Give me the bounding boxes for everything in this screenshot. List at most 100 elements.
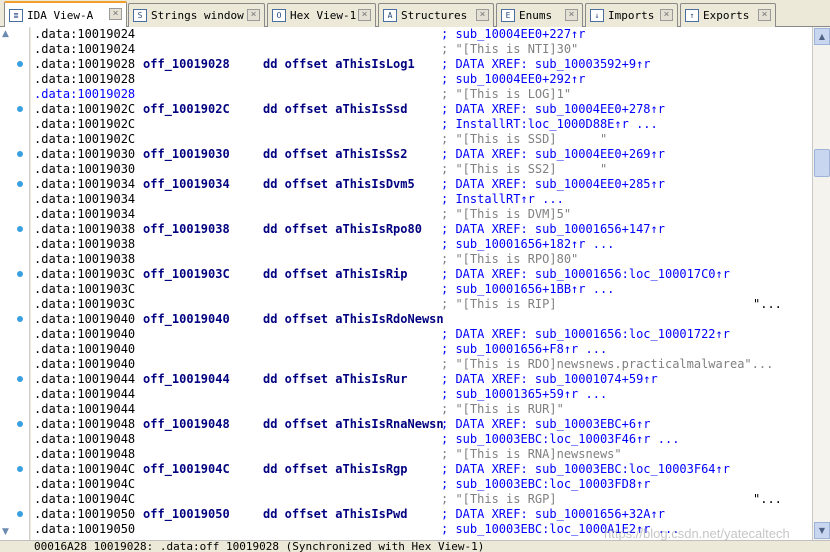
disasm-line[interactable]: .data:10019040 ; sub_10001656+F8↑r ... xyxy=(31,342,812,357)
watermark: https://blog.csdn.net/yatecaltech xyxy=(604,526,790,541)
comment: ; sub_10004EE0+227↑r xyxy=(441,27,586,41)
disasm-line[interactable]: .data:10019048 ; "[This is RNA]newsnews" xyxy=(31,447,812,462)
disasm-line[interactable]: .data:10019034 off_10019034 dd offset aThi… xyxy=(31,177,812,192)
exports-icon: ↑ xyxy=(685,9,699,22)
disasm-line[interactable]: .data:10019040 ; "[This is RDO]newsnews.p… xyxy=(31,357,812,372)
disasm-line[interactable]: .data:10019044 ; sub_10001365+59↑r ... xyxy=(31,387,812,402)
scroll-up-button[interactable]: ▲ xyxy=(814,28,830,45)
comment-tail: "... xyxy=(753,492,782,506)
tab-strings-window[interactable]: S Strings window × xyxy=(128,3,265,27)
disasm-line[interactable]: .data:10019034 ; "[This is DVM]5" xyxy=(31,207,812,222)
disasm-line[interactable]: .data:1001903C ; sub_10001656+1BB↑r ... xyxy=(31,282,812,297)
label-name: off_10019050 xyxy=(143,507,230,521)
disasm-line[interactable]: .data:1001904C ; sub_10003EBC:loc_10003FD… xyxy=(31,477,812,492)
disasm-line[interactable]: .data:10019044 off_10019044 dd offset aThi… xyxy=(31,372,812,387)
xref-marker-icon xyxy=(17,466,23,472)
xref-marker-icon xyxy=(17,226,23,232)
tab-label: Enums xyxy=(519,9,553,22)
comment: ; InstallRT↑r ... xyxy=(441,192,564,206)
address: .data:10019050 xyxy=(34,507,136,521)
disasm-line[interactable]: .data:10019040 off_10019040 dd offset aThi… xyxy=(31,312,812,327)
comment: ; sub_10001365+59↑r ... xyxy=(441,387,608,401)
gutter-up-arrow-icon: ▲ xyxy=(2,29,9,39)
comment: ; DATA XREF: sub_10004EE0+278↑r xyxy=(441,102,665,116)
comment: ; InstallRT:loc_1000D88E↑r ... xyxy=(441,117,658,131)
tab-label: Exports xyxy=(703,9,750,22)
disasm-line[interactable]: .data:10019038 ; "[This is RPO]80" xyxy=(31,252,812,267)
comment: ; "[This is SS2] " xyxy=(441,162,608,176)
address: .data:10019040 xyxy=(34,357,136,371)
disasm-line[interactable]: .data:10019024 ; "[This is NTI]30" xyxy=(31,42,812,57)
instruction: dd offset aThisIsRnaNewsn xyxy=(263,417,444,431)
xref-marker-icon xyxy=(17,106,23,112)
disasm-line[interactable]: .data:10019048 off_10019048 dd offset aThi… xyxy=(31,417,812,432)
disasm-line[interactable]: .data:1001903C off_1001903C dd offset aThi… xyxy=(31,267,812,282)
comment: ; sub_10001656+1BB↑r ... xyxy=(441,282,615,296)
close-icon[interactable]: × xyxy=(247,9,260,21)
tab-hex-view-1[interactable]: O Hex View-1 × xyxy=(267,3,376,27)
tab-label: IDA View-A xyxy=(27,9,94,22)
address: .data:10019030 xyxy=(34,162,136,176)
instruction: dd offset aThisIsRgp xyxy=(263,462,408,476)
tab-label: Structures xyxy=(401,9,468,22)
tab-structures[interactable]: A Structures × xyxy=(378,3,494,27)
disasm-line[interactable]: .data:10019050 off_10019050 dd offset aThi… xyxy=(31,507,812,522)
disasm-line[interactable]: .data:10019044 ; "[This is RUR]" xyxy=(31,402,812,417)
address: .data:10019024 xyxy=(34,27,136,41)
label-name: off_10019038 xyxy=(143,222,230,236)
disasm-line[interactable]: .data:10019038 off_10019038 dd offset aThi… xyxy=(31,222,812,237)
disasm-line[interactable]: .data:1001904C ; "[This is RGP] "... xyxy=(31,492,812,507)
label-name: off_1001904C xyxy=(143,462,230,476)
address: .data:1001903C xyxy=(34,282,136,296)
instruction: dd offset aThisIsPwd xyxy=(263,507,408,521)
comment: ; "[This is SSD] " xyxy=(441,132,608,146)
disasm-line[interactable]: .data:10019028 ; sub_10004EE0+292↑r xyxy=(31,72,812,87)
close-icon[interactable]: × xyxy=(109,8,122,20)
scroll-thumb[interactable] xyxy=(814,149,830,177)
disasm-line[interactable]: .data:10019024 ; sub_10004EE0+227↑r xyxy=(31,27,812,42)
label-name: off_10019028 xyxy=(143,57,230,71)
comment-tail: "... xyxy=(753,297,782,311)
tab-exports[interactable]: ↑ Exports × xyxy=(680,3,776,27)
comment: ; "[This is RIP] xyxy=(441,297,557,311)
scroll-down-button[interactable]: ▼ xyxy=(814,522,830,539)
close-icon[interactable]: × xyxy=(358,9,371,21)
disasm-line[interactable]: .data:10019028 ; "[This is LOG]1" xyxy=(31,87,812,102)
tab-enums[interactable]: E Enums × xyxy=(496,3,583,27)
close-icon[interactable]: × xyxy=(660,9,673,21)
enums-icon: E xyxy=(501,9,515,22)
disasm-line[interactable]: .data:10019048 ; sub_10003EBC:loc_10003F4… xyxy=(31,432,812,447)
close-icon[interactable]: × xyxy=(565,9,578,21)
comment: ; DATA XREF: sub_10001074+59↑r xyxy=(441,372,658,386)
xref-marker-icon xyxy=(17,151,23,157)
disasm-line[interactable]: .data:10019038 ; sub_10001656+182↑r ... xyxy=(31,237,812,252)
disasm-line[interactable]: .data:1001902C ; InstallRT:loc_1000D88E↑r… xyxy=(31,117,812,132)
disassembly-view[interactable]: .data:10019024; sub_10004EE0+227↑r .data:… xyxy=(31,27,812,540)
address: .data:10019028 xyxy=(34,72,136,86)
comment: ; DATA XREF: sub_10001656+147↑r xyxy=(441,222,665,236)
vertical-scrollbar[interactable]: ▲ ▼ xyxy=(812,27,830,540)
address: .data:10019040 xyxy=(34,342,136,356)
address: .data:1001903C xyxy=(34,267,136,281)
instruction: dd offset aThisIsRur xyxy=(263,372,408,386)
disasm-line[interactable]: .data:10019034 ; InstallRT↑r ... xyxy=(31,192,812,207)
instruction: dd offset aThisIsDvm5 xyxy=(263,177,415,191)
disasm-line[interactable]: .data:1001903C ; "[This is RIP] "... xyxy=(31,297,812,312)
label-name: off_10019030 xyxy=(143,147,230,161)
address: .data:10019030 xyxy=(34,147,136,161)
tab-imports[interactable]: ↓ Imports × xyxy=(585,3,678,27)
address: .data:1001902C xyxy=(34,132,136,146)
disasm-line[interactable]: .data:10019028 off_10019028 dd offset aThi… xyxy=(31,57,812,72)
disasm-line[interactable]: .data:1001902C ; "[This is SSD] " xyxy=(31,132,812,147)
close-icon[interactable]: × xyxy=(758,9,771,21)
xref-marker-icon xyxy=(17,61,23,67)
disasm-line[interactable]: .data:10019030 ; "[This is SS2] " xyxy=(31,162,812,177)
disasm-line[interactable]: .data:10019030 off_10019030 dd offset aThi… xyxy=(31,147,812,162)
disasm-line[interactable]: .data:1001904C off_1001904C dd offset aThi… xyxy=(31,462,812,477)
label-name: off_1001903C xyxy=(143,267,230,281)
tab-ida-view-a[interactable]: ≣ IDA View-A × xyxy=(4,1,127,28)
address: .data:10019044 xyxy=(34,387,136,401)
close-icon[interactable]: × xyxy=(476,9,489,21)
disasm-line[interactable]: .data:10019040 ; DATA XREF: sub_10001656:… xyxy=(31,327,812,342)
disasm-line[interactable]: .data:1001902C off_1001902C dd offset aThi… xyxy=(31,102,812,117)
